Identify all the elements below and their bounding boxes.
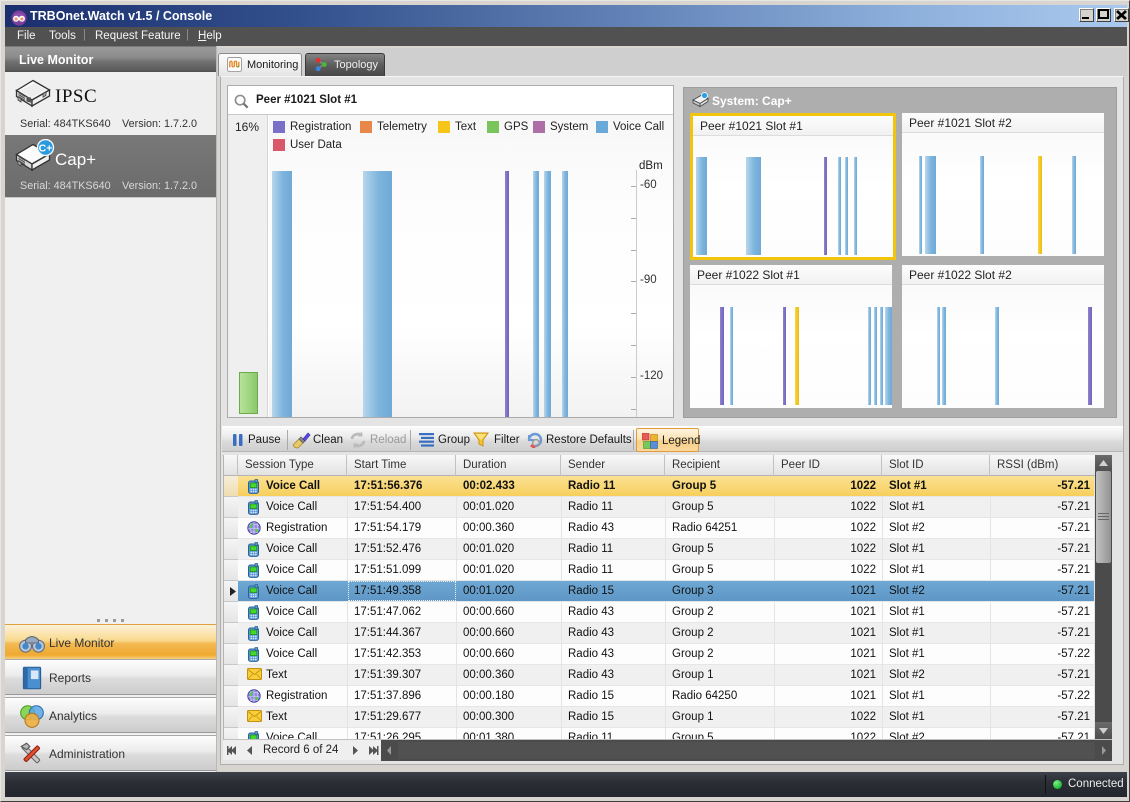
svg-text:C+: C+ <box>39 143 53 155</box>
